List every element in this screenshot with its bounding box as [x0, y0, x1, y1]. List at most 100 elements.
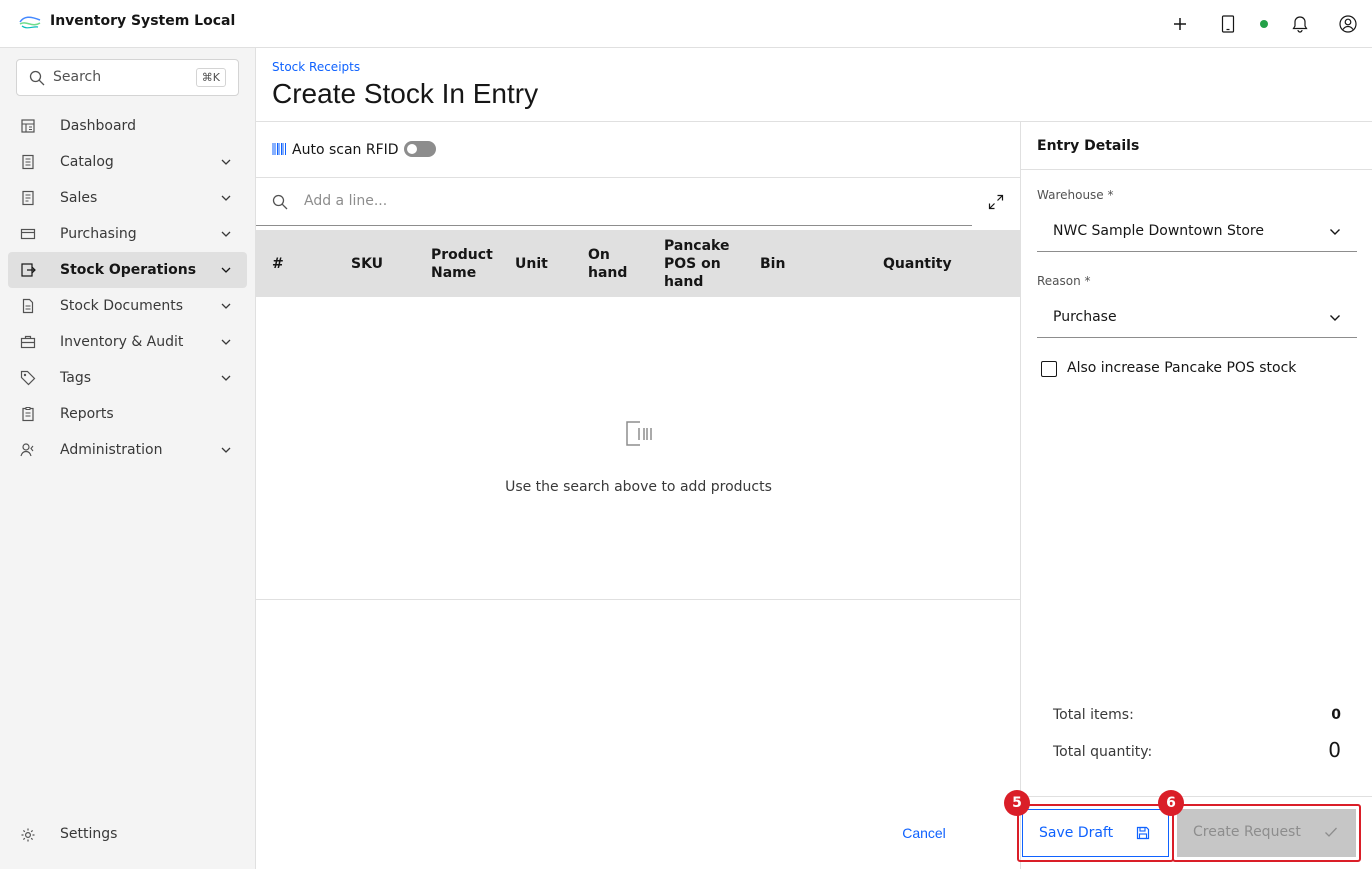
col-quantity: Quantity — [883, 256, 952, 272]
add-line-placeholder: Add a line... — [304, 193, 388, 209]
notification-icon[interactable] — [1288, 12, 1312, 36]
sidebar-item-catalog[interactable]: Catalog — [8, 144, 247, 180]
pos-stock-checkbox-label[interactable]: Also increase Pancake POS stock — [1067, 360, 1296, 376]
user-avatar-icon[interactable] — [1336, 12, 1360, 36]
empty-state: Use the search above to add products — [256, 297, 1021, 600]
col-pos-3: hand — [664, 274, 704, 290]
sidebar-item-label: Stock Operations — [60, 262, 197, 278]
expand-icon[interactable] — [972, 178, 1020, 226]
document-icon — [20, 298, 36, 314]
table-header: # SKU Product Name Unit On hand Pancake … — [256, 230, 1021, 297]
sidebar-item-dashboard[interactable]: Dashboard — [8, 108, 247, 144]
sidebar-item-purchasing[interactable]: Purchasing — [8, 216, 247, 252]
reason-label: Reason * — [1037, 274, 1091, 288]
col-on-hand-2: hand — [588, 265, 628, 281]
col-sku: SKU — [351, 256, 384, 272]
warehouse-value: NWC Sample Downtown Store — [1053, 223, 1264, 239]
sidebar-item-label: Administration — [60, 442, 163, 458]
reason-select[interactable]: Purchase — [1037, 298, 1357, 338]
sidebar-item-tags[interactable]: Tags — [8, 360, 247, 396]
sidebar: Search ⌘K Dashboard Catalog Sales Purcha… — [0, 48, 256, 869]
col-bin: Bin — [760, 256, 786, 272]
sidebar-search[interactable]: Search ⌘K — [16, 59, 239, 96]
chevron-down-icon — [220, 336, 232, 348]
sidebar-item-administration[interactable]: Administration — [8, 432, 247, 468]
top-header: Inventory System Local — [0, 0, 1372, 48]
col-unit: Unit — [515, 256, 548, 272]
col-on-hand-1: On — [588, 247, 610, 263]
empty-state-text: Use the search above to add products — [505, 479, 772, 495]
total-items-label: Total items: — [1053, 707, 1134, 723]
sidebar-item-label: Stock Documents — [60, 298, 184, 314]
stock-ops-icon — [20, 262, 36, 278]
search-icon — [29, 70, 45, 86]
chevron-down-icon — [1329, 312, 1341, 324]
total-quantity-value: 0 — [1328, 738, 1341, 762]
dashboard-icon — [20, 118, 36, 134]
pos-stock-checkbox[interactable] — [1041, 361, 1057, 377]
search-icon — [272, 194, 288, 210]
sidebar-item-stock-documents[interactable]: Stock Documents — [8, 288, 247, 324]
sidebar-item-label: Tags — [60, 370, 91, 386]
divider — [1021, 796, 1372, 797]
rfid-label: Auto scan RFID — [292, 142, 399, 158]
chevron-down-icon — [1329, 226, 1341, 238]
sidebar-item-label: Inventory & Audit — [60, 334, 184, 350]
sidebar-item-label: Reports — [60, 406, 114, 422]
sidebar-item-reports[interactable]: Reports — [8, 396, 247, 432]
col-pos-1: Pancake — [664, 238, 730, 254]
breadcrumb[interactable]: Stock Receipts — [272, 60, 360, 74]
credit-card-icon — [20, 226, 36, 242]
app-title[interactable]: Inventory System Local — [50, 12, 235, 30]
toggle-knob — [407, 144, 417, 154]
col-pos-2: POS on — [664, 256, 721, 272]
add-icon[interactable] — [1168, 12, 1192, 36]
shortcut-hint: ⌘K — [195, 68, 226, 87]
chevron-down-icon — [220, 300, 232, 312]
catalog-icon — [20, 154, 36, 170]
sidebar-item-stock-operations[interactable]: Stock Operations — [8, 252, 247, 288]
highlight-create-request — [1172, 804, 1361, 862]
inventory-icon — [20, 334, 36, 350]
chevron-down-icon — [220, 192, 232, 204]
sidebar-item-label: Purchasing — [60, 226, 137, 242]
annotation-badge-5: 5 — [1004, 790, 1030, 816]
status-online-dot — [1260, 20, 1268, 28]
chevron-down-icon — [220, 444, 232, 456]
gear-icon — [20, 827, 36, 843]
warehouse-select[interactable]: NWC Sample Downtown Store — [1037, 212, 1357, 252]
annotation-badge-6: 6 — [1158, 790, 1184, 816]
entry-details-title: Entry Details — [1037, 138, 1140, 154]
col-num: # — [272, 256, 284, 272]
total-items-value: 0 — [1331, 707, 1341, 723]
add-line-input[interactable]: Add a line... — [256, 178, 972, 226]
sidebar-item-label: Dashboard — [60, 118, 136, 134]
settings-label: Settings — [60, 826, 118, 842]
col-product-name-1: Product — [431, 247, 493, 263]
sidebar-item-settings[interactable]: Settings — [8, 817, 247, 853]
sidebar-item-label: Catalog — [60, 154, 114, 170]
highlight-save-draft — [1017, 804, 1174, 862]
user-admin-icon — [20, 442, 36, 458]
chevron-down-icon — [220, 372, 232, 384]
sidebar-item-inventory-audit[interactable]: Inventory & Audit — [8, 324, 247, 360]
rfid-row: Auto scan RFID — [256, 122, 1021, 178]
sidebar-item-sales[interactable]: Sales — [8, 180, 247, 216]
col-product-name-2: Name — [431, 265, 477, 281]
chevron-down-icon — [220, 228, 232, 240]
tag-icon — [20, 370, 36, 386]
chevron-down-icon — [220, 156, 232, 168]
tablet-icon[interactable] — [1216, 12, 1240, 36]
page-title: Create Stock In Entry — [272, 78, 539, 109]
warehouse-label: Warehouse * — [1037, 188, 1114, 202]
lines-panel: Auto scan RFID Add a line... # SKU Produ… — [256, 122, 1021, 869]
reason-value: Purchase — [1053, 309, 1117, 325]
barcode-icon — [272, 142, 287, 156]
sidebar-item-label: Sales — [60, 190, 98, 206]
divider — [1021, 169, 1372, 170]
report-icon — [20, 406, 36, 422]
brand-logo[interactable] — [18, 12, 42, 32]
entry-details-panel: Entry Details Warehouse * NWC Sample Dow… — [1020, 122, 1372, 869]
rfid-toggle[interactable] — [404, 141, 436, 157]
cancel-button[interactable]: Cancel — [880, 809, 968, 857]
